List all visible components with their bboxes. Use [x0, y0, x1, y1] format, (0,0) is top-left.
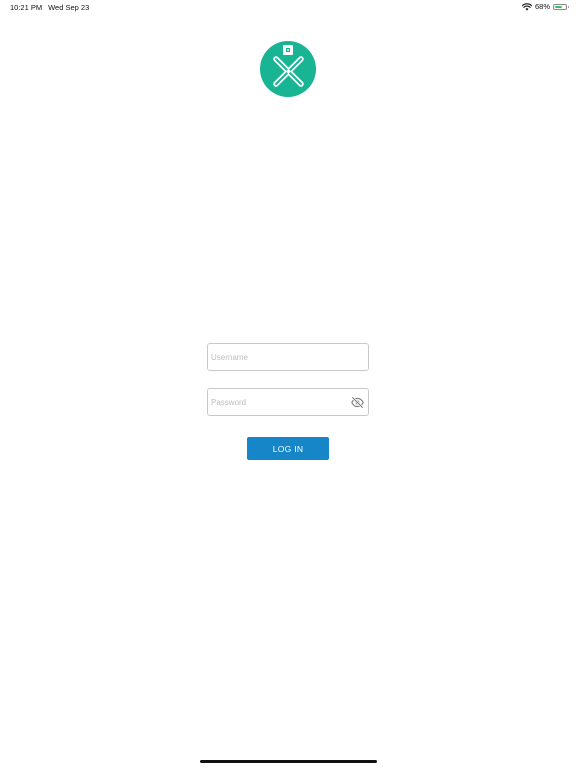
password-field[interactable]: [207, 388, 369, 416]
battery-cap: [567, 5, 569, 8]
status-bar: 10:21 PM Wed Sep 23 68%: [0, 0, 576, 16]
x-logo-icon: [273, 45, 304, 87]
battery-icon: [553, 3, 569, 10]
status-right: 68%: [521, 2, 569, 11]
eye-slash-icon[interactable]: [351, 396, 364, 409]
status-date: Wed Sep 23: [48, 3, 90, 12]
home-indicator: [200, 760, 377, 763]
status-left: 10:21 PM Wed Sep 23: [10, 3, 89, 12]
status-time: 10:21 PM: [10, 3, 43, 12]
username-field[interactable]: [207, 343, 369, 371]
battery-percent: 68%: [534, 2, 550, 11]
password-input[interactable]: [208, 389, 368, 415]
battery-fill: [555, 5, 562, 8]
app-logo: [260, 41, 316, 97]
username-input[interactable]: [208, 344, 368, 370]
login-button[interactable]: LOG IN: [247, 437, 329, 460]
wifi-icon: [521, 2, 532, 11]
